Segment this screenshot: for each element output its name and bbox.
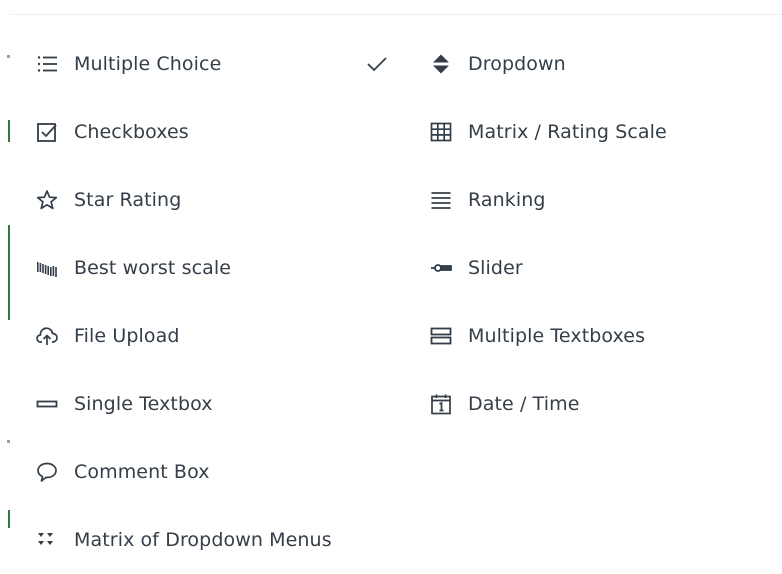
textbox-icon: [36, 393, 58, 415]
menu-item-label: Checkboxes: [74, 121, 189, 143]
menu-item-single-textbox[interactable]: Single Textbox: [36, 386, 396, 422]
slider-icon: [430, 257, 452, 279]
menu-item-star-rating[interactable]: Star Rating: [36, 182, 396, 218]
list-icon: [36, 53, 58, 75]
menu-item-label: Best worst scale: [74, 257, 232, 279]
menu-item-label: Ranking: [468, 189, 546, 211]
menu-item-comment-box[interactable]: Comment Box: [36, 454, 396, 490]
menu-item-matrix-of-dropdown-menus[interactable]: Matrix of Dropdown Menus: [36, 522, 396, 558]
menu-item-label: Dropdown: [468, 53, 566, 75]
checkbox-icon: [36, 121, 58, 143]
menu-item-multiple-choice[interactable]: Multiple Choice: [36, 46, 396, 82]
dropdown-matrix-icon: [36, 529, 58, 551]
menu-item-file-upload[interactable]: File Upload: [36, 318, 396, 354]
left-edge-strip: [0, 0, 10, 573]
speech-bubble-icon: [36, 461, 58, 483]
menu-item-label: Single Textbox: [74, 393, 213, 415]
menu-item-date-time[interactable]: Date / Time: [430, 386, 760, 422]
menu-item-matrix-rating-scale[interactable]: Matrix / Rating Scale: [430, 114, 760, 150]
checkmark-icon: [366, 53, 388, 75]
grid-icon: [430, 121, 452, 143]
textboxes-icon: [430, 325, 452, 347]
menu-item-label: Star Rating: [74, 189, 182, 211]
menu-item-label: Multiple Textboxes: [468, 325, 646, 347]
dropdown-arrows-icon: [430, 53, 452, 75]
menu-item-checkboxes[interactable]: Checkboxes: [36, 114, 396, 150]
lines-icon: [430, 189, 452, 211]
menu-item-best-worst-scale[interactable]: Best worst scale: [36, 250, 396, 286]
menu-item-label: File Upload: [74, 325, 180, 347]
cloud-upload-icon: [36, 325, 58, 347]
menu-item-dropdown[interactable]: Dropdown: [430, 46, 760, 82]
menu-item-label: Comment Box: [74, 461, 210, 483]
star-icon: [36, 189, 58, 211]
menu-item-slider[interactable]: Slider: [430, 250, 760, 286]
menu-item-ranking[interactable]: Ranking: [430, 182, 760, 218]
calendar-icon: [430, 393, 452, 415]
question-type-menu: Multiple Choice Checkboxes Star Rating B…: [10, 14, 782, 574]
menu-item-label: Slider: [468, 257, 523, 279]
menu-item-label: Multiple Choice: [74, 53, 222, 75]
menu-item-multiple-textboxes[interactable]: Multiple Textboxes: [430, 318, 760, 354]
bars-icon: [36, 257, 58, 279]
menu-item-label: Matrix of Dropdown Menus: [74, 529, 332, 551]
menu-item-label: Matrix / Rating Scale: [468, 121, 667, 143]
menu-item-label: Date / Time: [468, 393, 580, 415]
